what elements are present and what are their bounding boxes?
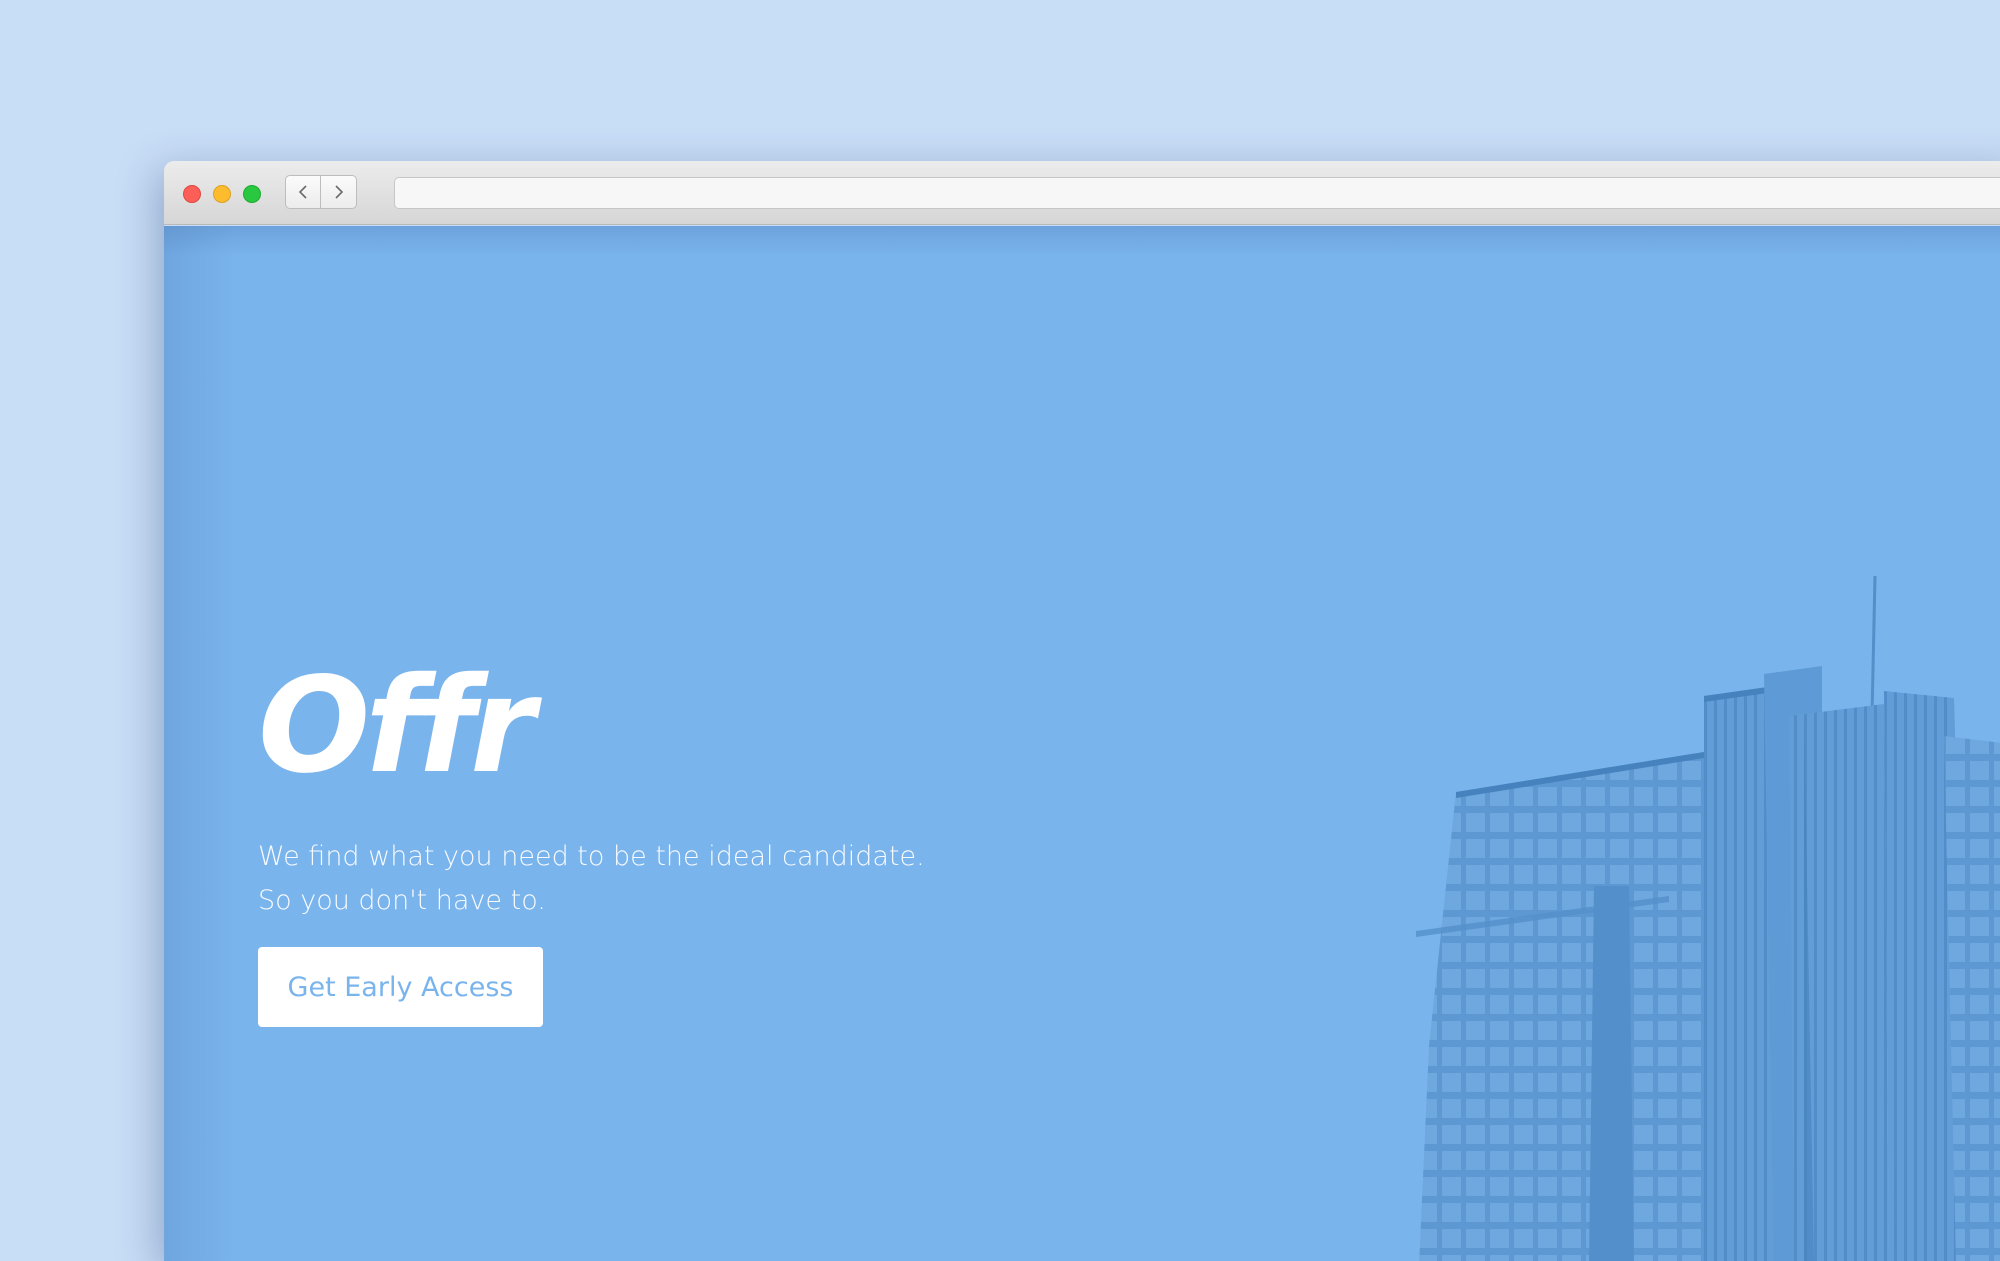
chevron-left-icon — [298, 185, 307, 199]
chevron-right-icon — [334, 185, 343, 199]
zoom-light-icon[interactable] — [243, 185, 261, 203]
tagline-line-2: So you don't have to. — [258, 885, 546, 916]
building-illustration — [1344, 576, 2000, 1261]
browser-toolbar — [164, 161, 2000, 225]
address-bar[interactable] — [394, 177, 2000, 209]
close-light-icon[interactable] — [183, 185, 201, 203]
back-button[interactable] — [285, 175, 321, 209]
get-early-access-button[interactable]: Get Early Access — [258, 947, 543, 1027]
tagline-line-1: We find what you need to be the ideal ca… — [258, 841, 925, 872]
hero-section: Offr We find what you need to be the ide… — [164, 226, 2000, 1261]
minimize-light-icon[interactable] — [213, 185, 231, 203]
hero-tagline: We find what you need to be the ideal ca… — [258, 835, 925, 923]
forward-button[interactable] — [321, 175, 357, 209]
browser-window: Offr We find what you need to be the ide… — [164, 161, 2000, 1261]
logo-wordmark: Offr — [258, 649, 535, 803]
